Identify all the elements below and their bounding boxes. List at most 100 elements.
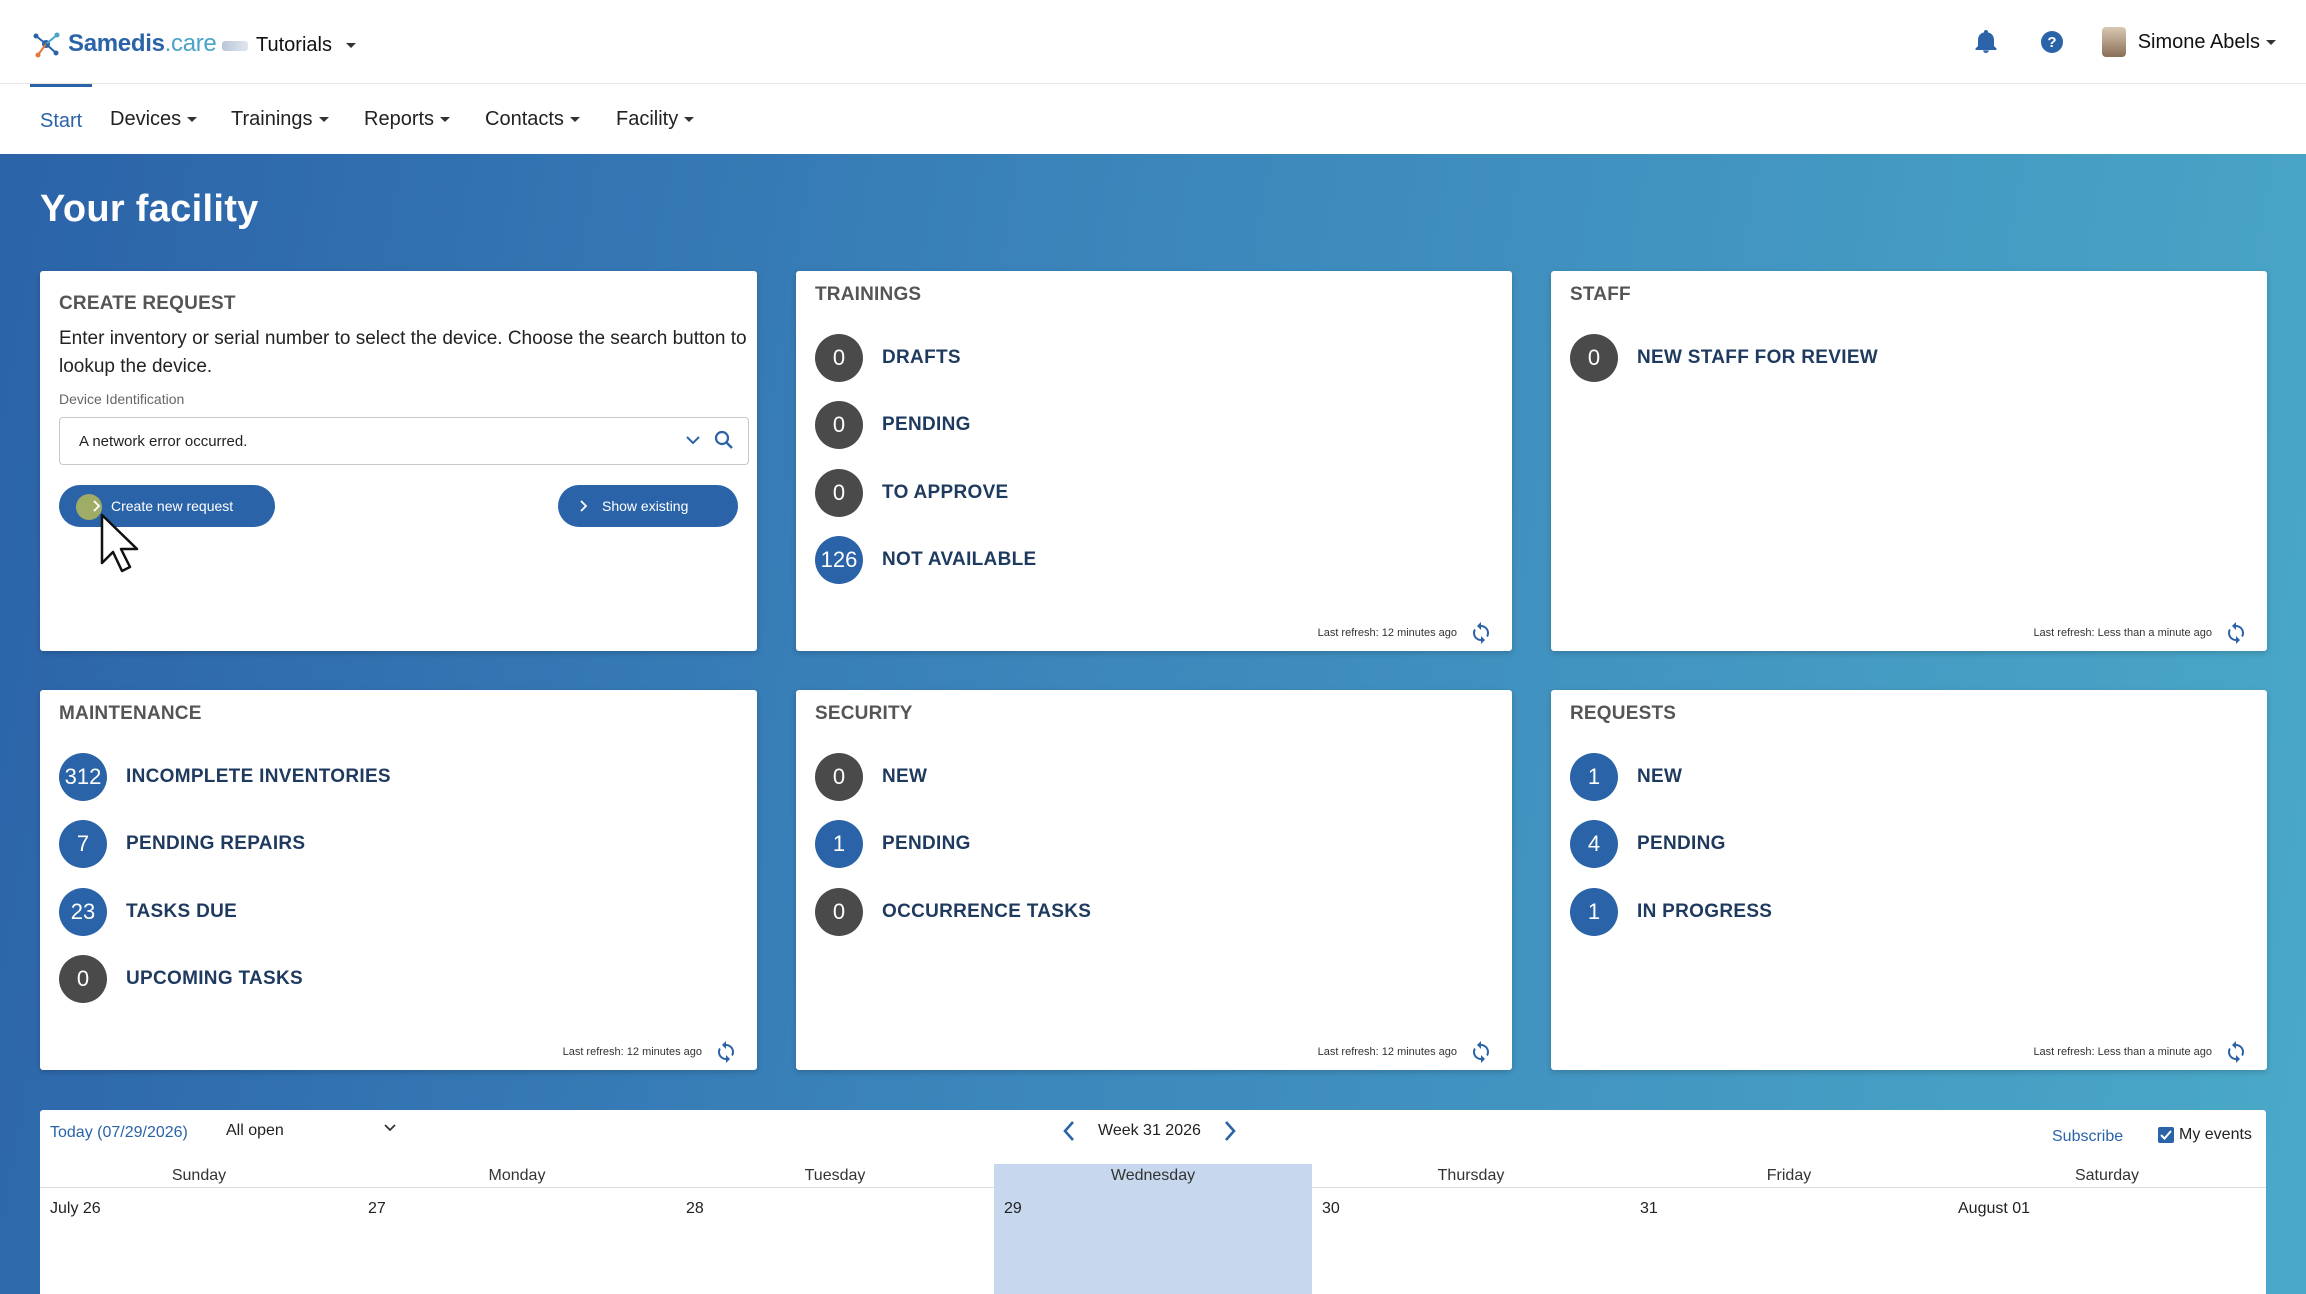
day-header: Monday: [488, 1167, 546, 1184]
avatar[interactable]: [2101, 27, 2126, 57]
count-badge: 0: [815, 334, 863, 382]
notifications-button[interactable]: [1970, 26, 2002, 58]
nav-reports[interactable]: Reports: [364, 108, 451, 131]
trainings-drafts-row[interactable]: 0 DRAFTS: [815, 334, 961, 382]
tenant-name: Tutorials: [256, 34, 332, 56]
my-events-label: My events: [2179, 1126, 2252, 1143]
show-existing-button[interactable]: Show existing: [558, 485, 738, 527]
count-badge: 0: [1570, 334, 1618, 382]
date-number: August 01: [1958, 1200, 2031, 1217]
date-number: 29: [1004, 1200, 1022, 1217]
chevron-down-icon: [384, 1124, 396, 1132]
card-title: REQUESTS: [1570, 703, 1677, 724]
staff-new-for-review-row[interactable]: 0 NEW STAFF FOR REVIEW: [1570, 334, 1878, 382]
chevron-down-icon: [684, 117, 695, 123]
brand-name: Samedis.care: [68, 30, 217, 57]
stat-label: NEW: [1637, 766, 1683, 787]
last-refresh-text: Last refresh: Less than a minute ago: [2033, 1046, 2212, 1058]
date-number: 28: [686, 1200, 704, 1217]
refresh-icon[interactable]: [1469, 621, 1493, 645]
requests-new-row[interactable]: 1 NEW: [1570, 753, 1682, 801]
chevron-down-icon: [440, 117, 451, 123]
trainings-not-available-row[interactable]: 126 NOT AVAILABLE: [815, 536, 1036, 584]
trainings-pending-row[interactable]: 0 PENDING: [815, 401, 971, 449]
card-title: STAFF: [1570, 284, 1631, 305]
create-new-request-button[interactable]: Create new request: [59, 485, 275, 527]
stat-label: NEW: [882, 766, 928, 787]
page-title: Your facility: [40, 188, 259, 230]
date-number: 27: [368, 1200, 386, 1217]
calendar-filter-select[interactable]: All open: [226, 1122, 396, 1140]
calendar-day-cell[interactable]: 31: [1630, 1188, 1948, 1294]
refresh-icon[interactable]: [2224, 621, 2248, 645]
chevron-right-icon[interactable]: [1223, 1120, 1237, 1142]
samedis-logo[interactable]: Samedis.care: [30, 28, 217, 60]
calendar-day-cell[interactable]: July 26: [40, 1188, 358, 1294]
requests-card: REQUESTS 1 NEW 4 PENDING 1 IN PROGRESS Last…: [1551, 690, 2267, 1070]
nav-devices[interactable]: Devices: [110, 108, 198, 131]
user-name[interactable]: Simone Abels: [2138, 31, 2260, 54]
stat-label: UPCOMING TASKS: [126, 968, 303, 989]
main-nav: Start Devices Trainings Reports Contacts…: [0, 84, 2306, 154]
device-identification-label: Device Identification: [59, 391, 185, 407]
date-number: July 26: [50, 1200, 101, 1217]
count-badge: 1: [1570, 888, 1618, 936]
nav-facility[interactable]: Facility: [616, 108, 695, 131]
calendar-day-cell[interactable]: 27: [358, 1188, 676, 1294]
maintenance-tasks-due-row[interactable]: 23 TASKS DUE: [59, 888, 237, 936]
requests-in-progress-row[interactable]: 1 IN PROGRESS: [1570, 888, 1772, 936]
nav-start[interactable]: Start: [40, 110, 82, 133]
my-events-checkbox[interactable]: My events: [2158, 1126, 2252, 1144]
requests-pending-row[interactable]: 4 PENDING: [1570, 820, 1726, 868]
refresh-icon[interactable]: [1469, 1040, 1493, 1064]
stat-label: PENDING: [882, 833, 971, 854]
staff-card: STAFF 0 NEW STAFF FOR REVIEW Last refresh…: [1551, 271, 2267, 651]
last-refresh: Last refresh: 12 minutes ago: [1318, 1040, 1493, 1064]
security-pending-row[interactable]: 1 PENDING: [815, 820, 971, 868]
calendar-day-cell[interactable]: 28: [676, 1188, 994, 1294]
calendar-day-header: Sunday Monday Tuesday Wednesday Thursday…: [40, 1164, 2266, 1188]
week-label: Week 31 2026: [1098, 1122, 1201, 1139]
top-header: Samedis.care Tutorials ? Simone Abels: [0, 0, 2306, 84]
last-refresh: Last refresh: Less than a minute ago: [2033, 1040, 2248, 1064]
tenant-logo-icon: [222, 40, 248, 51]
logo-mark-icon: [33, 32, 60, 58]
create-request-card: CREATE REQUEST Enter inventory or serial…: [40, 271, 757, 651]
count-badge: 0: [815, 888, 863, 936]
refresh-icon[interactable]: [2224, 1040, 2248, 1064]
card-title: MAINTENANCE: [59, 703, 202, 724]
subscribe-link[interactable]: Subscribe: [2052, 1128, 2123, 1146]
bell-icon: [1975, 30, 1997, 53]
security-card: SECURITY 0 NEW 1 PENDING 0 OCCURRENCE TASKS…: [796, 690, 1512, 1070]
calendar-day-cell-today[interactable]: 29: [994, 1188, 1312, 1294]
calendar-day-cell[interactable]: 30: [1312, 1188, 1630, 1294]
day-header: Sunday: [171, 1167, 227, 1184]
chevron-down-icon[interactable]: [686, 435, 700, 445]
device-identification-field[interactable]: A network error occurred.: [59, 417, 749, 465]
count-badge: 23: [59, 888, 107, 936]
maintenance-pending-repairs-row[interactable]: 7 PENDING REPAIRS: [59, 820, 305, 868]
stat-label: OCCURRENCE TASKS: [882, 901, 1092, 922]
trainings-to-approve-row[interactable]: 0 TO APPROVE: [815, 469, 1009, 517]
nav-contacts[interactable]: Contacts: [485, 108, 580, 131]
maintenance-upcoming-tasks-row[interactable]: 0 UPCOMING TASKS: [59, 955, 303, 1003]
calendar-day-cell[interactable]: August 01: [1948, 1188, 2266, 1294]
security-occurrence-tasks-row[interactable]: 0 OCCURRENCE TASKS: [815, 888, 1091, 936]
security-new-row[interactable]: 0 NEW: [815, 753, 927, 801]
search-icon[interactable]: [714, 430, 734, 450]
stat-label: TASKS DUE: [126, 901, 238, 922]
help-button[interactable]: ?: [2036, 26, 2068, 58]
last-refresh: Last refresh: 12 minutes ago: [1318, 621, 1493, 645]
svg-text:?: ?: [2047, 34, 2056, 51]
chevron-left-icon[interactable]: [1062, 1120, 1076, 1142]
card-title: TRAININGS: [815, 284, 922, 305]
last-refresh: Last refresh: Less than a minute ago: [2033, 621, 2248, 645]
nav-trainings[interactable]: Trainings: [231, 108, 329, 131]
tenant-selector[interactable]: Tutorials: [222, 34, 356, 57]
count-badge: 1: [1570, 753, 1618, 801]
count-badge: 0: [815, 753, 863, 801]
maintenance-incomplete-inventories-row[interactable]: 312 INCOMPLETE INVENTORIES: [59, 753, 391, 801]
refresh-icon[interactable]: [714, 1040, 738, 1064]
calendar-today-button[interactable]: Today (07/29/2026): [50, 1124, 188, 1142]
stat-label: TO APPROVE: [882, 482, 1009, 503]
